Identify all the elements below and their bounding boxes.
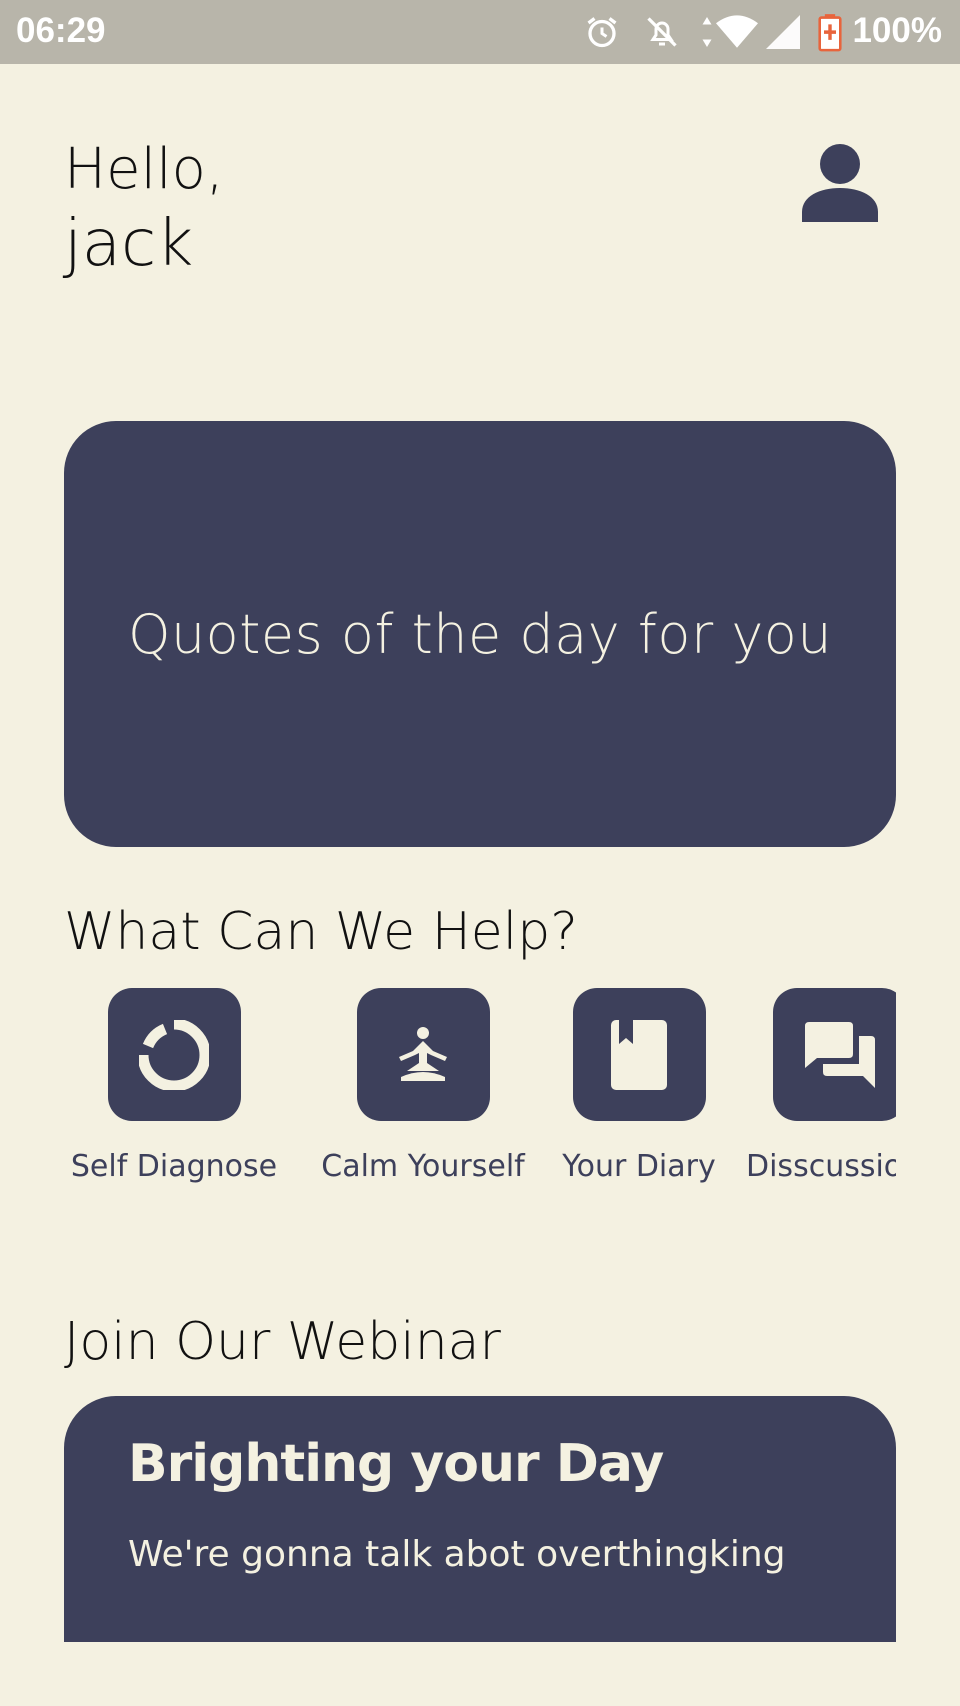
help-item-discussion[interactable]: Disscussion bbox=[746, 988, 896, 1184]
help-tile-self-diagnose[interactable] bbox=[107, 988, 241, 1121]
help-label-self-diagnose: Self Diagnose bbox=[70, 1149, 278, 1184]
greeting: Hello, jack bbox=[64, 138, 224, 286]
status-time: 06:29 bbox=[16, 11, 106, 50]
help-tile-calm-yourself[interactable] bbox=[356, 988, 490, 1121]
user-name: jack bbox=[64, 207, 194, 281]
alarm-icon bbox=[587, 17, 617, 48]
book-icon bbox=[611, 1019, 667, 1090]
help-section-title: What Can We Help? bbox=[64, 902, 578, 962]
help-options-list[interactable]: Self Diagnose Calm Yourself Your Diary D… bbox=[60, 988, 896, 1198]
notifications-off-icon bbox=[647, 17, 677, 47]
help-item-calm-yourself[interactable]: Calm Yourself bbox=[306, 988, 540, 1184]
webinar-card-title: Brighting your Day bbox=[128, 1434, 664, 1494]
quote-card-text: Quotes of the day for you bbox=[127, 602, 833, 666]
help-label-your-diary: Your Diary bbox=[562, 1149, 716, 1184]
webinar-card-subtitle: We're gonna talk abot overthingking bbox=[128, 1534, 786, 1575]
forum-icon bbox=[804, 1021, 875, 1088]
cell-signal-icon bbox=[766, 15, 800, 49]
help-item-self-diagnose[interactable]: Self Diagnose bbox=[64, 988, 284, 1184]
data-arrows-icon bbox=[702, 17, 712, 47]
battery-percentage: 100% bbox=[852, 11, 942, 50]
person-icon[interactable] bbox=[802, 142, 878, 222]
donut-chart-icon bbox=[139, 1019, 209, 1090]
battery-charging-icon bbox=[818, 14, 842, 52]
help-tile-your-diary[interactable] bbox=[572, 988, 706, 1121]
greeting-hello: Hello, bbox=[64, 137, 224, 202]
status-bar: 06:29 100% bbox=[0, 0, 960, 64]
webinar-card[interactable]: Brighting your Day We're gonna talk abot… bbox=[64, 1396, 896, 1642]
help-label-discussion: Disscussion bbox=[746, 1149, 896, 1184]
meditation-icon bbox=[399, 1026, 447, 1081]
webinar-section-title: Join Our Webinar bbox=[64, 1312, 501, 1372]
help-tile-discussion[interactable] bbox=[773, 988, 896, 1121]
help-item-your-diary[interactable]: Your Diary bbox=[552, 988, 726, 1184]
help-label-calm-yourself: Calm Yourself bbox=[321, 1149, 525, 1184]
quote-of-the-day-card[interactable]: Quotes of the day for you bbox=[64, 421, 896, 847]
wifi-icon bbox=[716, 15, 758, 48]
